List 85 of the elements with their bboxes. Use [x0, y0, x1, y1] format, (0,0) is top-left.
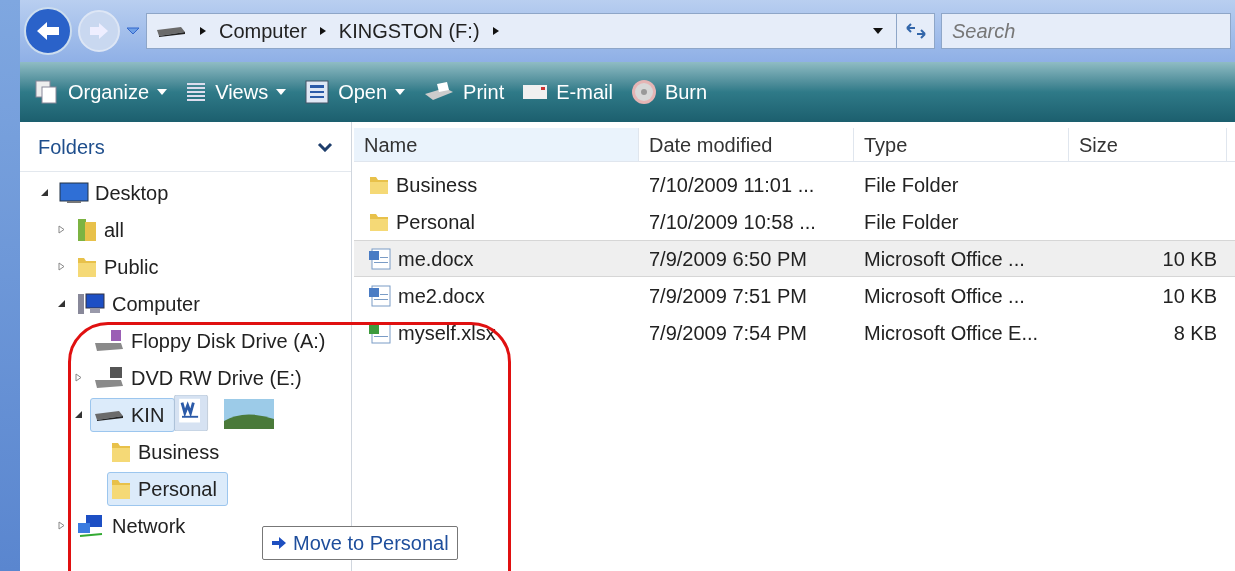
type-cell: File Folder: [864, 173, 959, 196]
dropdown-icon[interactable]: [872, 27, 884, 35]
expand-arrow-icon[interactable]: [74, 373, 83, 382]
date-cell: 7/9/2009 7:51 PM: [649, 284, 807, 307]
dropdown-icon: [276, 89, 287, 95]
document-icon: [172, 395, 210, 431]
column-header[interactable]: Date modified: [639, 128, 854, 161]
drive-icon: [93, 328, 125, 353]
dropdown-icon: [395, 89, 406, 95]
file-name: Personal: [396, 209, 475, 235]
file-row[interactable]: myself.xlsx 7/9/2009 7:54 PM Microsoft Office E... 8 KB: [354, 314, 1235, 351]
toolbar-button[interactable]: Print: [423, 77, 505, 107]
tree-item[interactable]: Business: [107, 434, 231, 469]
chevron-down-icon[interactable]: [317, 141, 333, 152]
expand-arrow-icon[interactable]: [57, 521, 66, 530]
column-header[interactable]: Name: [354, 128, 639, 161]
file-name: me.docx: [398, 246, 474, 272]
toolbar-button[interactable]: Organize: [34, 77, 168, 107]
tree-item[interactable]: all: [73, 212, 135, 247]
file-row[interactable]: me2.docx 7/9/2009 7:51 PM Microsoft Office ... 10 KB: [354, 277, 1235, 314]
tree-item[interactable]: Network: [73, 508, 197, 543]
date-cell: 7/10/2009 11:01 ...: [649, 173, 815, 196]
document-icon: [368, 283, 392, 308]
toolbar-button[interactable]: Burn: [630, 77, 708, 107]
type-cell: Microsoft Office E...: [864, 321, 1039, 344]
tree-item[interactable]: Desktop: [56, 175, 180, 210]
breadcrumb[interactable]: KINGSTON (F:): [338, 16, 480, 46]
document-icon: [368, 246, 392, 271]
refresh-icon: [904, 22, 927, 40]
tree-item[interactable]: KIN: [90, 397, 176, 432]
column-header[interactable]: Type: [854, 128, 1069, 161]
collapse-arrow-icon[interactable]: [57, 299, 66, 308]
picture-icon: [224, 399, 274, 429]
drive-icon: [155, 24, 187, 38]
date-cell: 7/10/2009 10:58 ...: [649, 210, 816, 233]
date-cell: 7/9/2009 7:54 PM: [649, 321, 807, 344]
size-cell-text: 10 KB: [1162, 246, 1217, 272]
back-arrow-icon: [35, 20, 61, 42]
chevron-icon[interactable]: [491, 26, 500, 36]
file-row[interactable]: Business 7/10/2009 11:01 ... File Folder: [354, 166, 1235, 203]
arrow-icon: [271, 536, 287, 550]
toolbar-button[interactable]: Open: [304, 77, 406, 107]
toolbar-button[interactable]: Views: [185, 77, 287, 107]
dropdown-icon: [157, 89, 168, 95]
envelope-icon: [522, 83, 549, 101]
caret-icon[interactable]: [126, 26, 140, 36]
type-cell: Microsoft Office ...: [864, 284, 1025, 307]
file-name: myself.xlsx: [398, 320, 496, 346]
back-button[interactable]: [24, 7, 72, 55]
expand-arrow-icon[interactable]: [57, 262, 66, 271]
disc-icon: [630, 79, 657, 105]
search-field[interactable]: Search: [941, 13, 1231, 49]
date-cell: 7/9/2009 6:50 PM: [649, 247, 807, 270]
tree-item[interactable]: Computer: [73, 286, 211, 321]
pane-title: Folders: [38, 134, 105, 160]
size-cell-text: 8 KB: [1173, 320, 1217, 346]
chevron-icon[interactable]: [199, 26, 207, 36]
monitor-icon: [59, 181, 89, 204]
type-cell: File Folder: [864, 210, 959, 233]
list-icon: [185, 81, 208, 103]
document-icon: [304, 79, 331, 105]
toolbar-button[interactable]: E-mail: [522, 77, 613, 107]
column-header[interactable]: Size: [1069, 128, 1227, 161]
drag-tooltip: Move to Personal: [262, 526, 458, 560]
address-bar[interactable]: Computer KINGSTON (F:): [146, 13, 935, 49]
chevron-icon[interactable]: [318, 26, 327, 36]
computer-icon: [76, 291, 106, 316]
pages-icon: [34, 79, 60, 105]
forward-arrow-icon: [88, 22, 110, 40]
size-cell-text: 10 KB: [1162, 283, 1217, 309]
drive-icon: [93, 365, 125, 390]
type-cell: Microsoft Office ...: [864, 247, 1025, 270]
file-row[interactable]: me.docx 7/9/2009 6:50 PM Microsoft Office ... 10 KB: [354, 240, 1235, 277]
tree-item[interactable]: Personal: [107, 471, 228, 506]
file-name: Business: [396, 172, 478, 198]
tree-item[interactable]: Floppy Disk Drive (A:): [90, 323, 337, 358]
folder-icon: [76, 216, 98, 243]
tree-item[interactable]: DVD RW Drive (E:): [90, 360, 313, 395]
file-row[interactable]: Personal 7/10/2009 10:58 ... File Folder: [354, 203, 1235, 240]
collapse-arrow-icon[interactable]: [40, 188, 49, 197]
tree-item[interactable]: Public: [73, 249, 170, 284]
expand-arrow-icon[interactable]: [57, 225, 66, 234]
breadcrumb[interactable]: Computer: [219, 16, 307, 46]
collapse-arrow-icon[interactable]: [74, 410, 83, 419]
file-name: me2.docx: [398, 283, 485, 309]
